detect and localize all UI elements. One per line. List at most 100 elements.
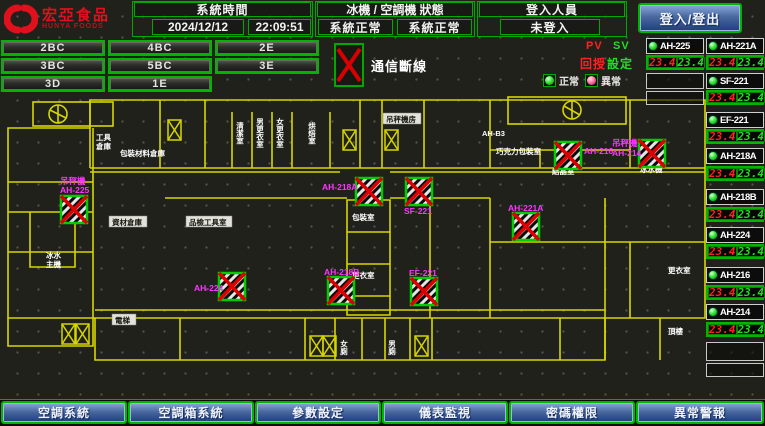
pv-value: 23.4 [708, 287, 737, 298]
hunya-logo-icon [4, 4, 38, 34]
room-label: 男廁 [387, 340, 396, 357]
monitor-name: AH-218B [720, 192, 756, 203]
monitor-slot-empty [646, 73, 704, 89]
pv-value: 23.4 [708, 131, 737, 142]
monitor-ah-214[interactable]: AH-214 [706, 304, 764, 320]
monitor-name: AH-225 [660, 41, 690, 52]
room-label: 頂樓 [668, 326, 683, 336]
normal-led-icon [543, 74, 556, 87]
monitor-name: AH-218A [720, 151, 756, 162]
monitor-ah-216-values: 23.4 23.4 [706, 285, 764, 300]
login-user-label: 登入人員 [479, 2, 625, 17]
monitor-ah-221a-values: 23.4 23.4 [706, 55, 764, 70]
comm-loss-icon[interactable] [513, 213, 539, 240]
equipment-label: EF-221 [409, 268, 437, 278]
nav-ahu-system-button[interactable]: 空調箱系統 [128, 401, 254, 424]
floor-button-3d[interactable]: 3D [1, 76, 105, 92]
monitor-slot-empty [706, 363, 764, 377]
sv-value: 23.4 [737, 168, 765, 179]
machine-status-label: 冰機 / 空調機 狀態 [317, 2, 473, 17]
nav-alarm-button[interactable]: 異常警報 [636, 401, 764, 424]
monitor-ah-225[interactable]: AH-225 [646, 38, 704, 54]
comm-loss-icon[interactable] [61, 196, 87, 223]
status-led-icon [708, 192, 718, 202]
equipment-label: AH-221A [508, 203, 543, 213]
pv-label: PV [586, 40, 603, 52]
system-time-label: 系統時間 [134, 2, 311, 17]
monitor-ah-224[interactable]: AH-224 [706, 227, 764, 243]
normal-legend-label: 正常 [559, 73, 579, 88]
comm-loss-icon[interactable] [406, 178, 432, 205]
monitor-ah-218a[interactable]: AH-218A [706, 148, 764, 164]
room-label: 女廁 [339, 339, 348, 357]
sv-label: SV [613, 40, 630, 52]
pv-name-label: 回授 [580, 55, 606, 72]
equipment-label: AH-216 [584, 146, 614, 156]
sv-value: 23.4 [737, 287, 765, 298]
brand-subtitle: HUNYA FOODS [42, 23, 110, 30]
stair-x-icon [168, 120, 181, 140]
floor-button-3e[interactable]: 3E [215, 58, 319, 74]
monitor-ef-221[interactable]: EF-221 [706, 112, 764, 128]
pv-value: 23.4 [708, 209, 737, 220]
status-led-icon [708, 41, 718, 51]
monitor-name: AH-216 [720, 270, 750, 281]
ahu-status-value: 系統正常 [397, 19, 472, 35]
pv-value: 23.4 [648, 57, 677, 68]
equipment-label: AH-225 [60, 185, 90, 195]
login-logout-button[interactable]: 登入/登出 [638, 3, 742, 33]
floor-button-2e[interactable]: 2E [215, 40, 319, 56]
comm-loss-icon[interactable] [356, 178, 382, 205]
pv-value: 23.4 [708, 92, 737, 103]
room-label: 更衣室 [668, 265, 691, 275]
room-label: 品檢工具室 [189, 217, 227, 227]
system-date-value: 2024/12/12 [152, 19, 244, 35]
comm-loss-icon[interactable] [639, 140, 665, 167]
floor-button-4bc[interactable]: 4BC [108, 40, 212, 56]
monitor-ah-216[interactable]: AH-216 [706, 267, 764, 283]
brand-name: 宏亞食品 [42, 8, 110, 23]
floor-button-5bc[interactable]: 5BC [108, 58, 212, 74]
equipment-label: AH-218A [322, 182, 357, 192]
room-label: 工具 [96, 133, 111, 142]
sv-value: 23.4 [737, 209, 765, 220]
room-label: 吊秤機房 [386, 114, 416, 124]
monitor-ef-221-values: 23.4 23.4 [706, 129, 764, 144]
stair-tower-right [508, 97, 626, 124]
abnormal-led-icon [585, 74, 598, 87]
nav-password-auth-button[interactable]: 密碼權限 [509, 401, 635, 424]
equipment-label: AH-218B [324, 267, 359, 277]
floor-button-3bc[interactable]: 3BC [1, 58, 105, 74]
abnormal-legend-label: 異常 [601, 73, 621, 88]
stair-x-icon [310, 336, 323, 356]
comm-loss-icon[interactable] [555, 142, 581, 169]
comm-loss-icon[interactable] [328, 277, 354, 304]
stair-x-icon [323, 336, 336, 356]
stair-x-icon [62, 324, 75, 344]
nav-hvac-system-button[interactable]: 空調系統 [1, 401, 127, 424]
sv-value: 23.4 [677, 57, 706, 68]
monitor-name: AH-214 [720, 307, 750, 318]
abnormal-legend: 異常 [585, 73, 621, 88]
pv-value: 23.4 [708, 324, 737, 335]
status-led-icon [708, 230, 718, 240]
floor-button-2bc[interactable]: 2BC [1, 40, 105, 56]
monitor-sf-221[interactable]: SF-221 [706, 73, 764, 89]
room-label: 清潔室 [235, 121, 244, 146]
room-label: 包裝室 [351, 212, 375, 222]
monitor-ah-218b[interactable]: AH-218B [706, 189, 764, 205]
status-led-icon [708, 270, 718, 280]
floor-button-1e[interactable]: 1E [108, 76, 212, 92]
nav-param-config-button[interactable]: 參數設定 [255, 401, 381, 424]
room-label: 主機 [46, 259, 61, 269]
comm-loss-icon[interactable] [411, 278, 437, 305]
room-label: 電梯 [115, 315, 130, 325]
stair-x-icon [385, 130, 398, 150]
nav-meter-monitor-button[interactable]: 儀表監視 [382, 401, 508, 424]
left-wing-outline [8, 318, 93, 346]
pv-value: 23.4 [708, 57, 737, 68]
room-label: 女更衣室 [275, 117, 284, 150]
monitor-ah-221a[interactable]: AH-221A [706, 38, 764, 54]
monitor-slot-empty [706, 342, 764, 361]
status-led-icon [648, 41, 658, 51]
